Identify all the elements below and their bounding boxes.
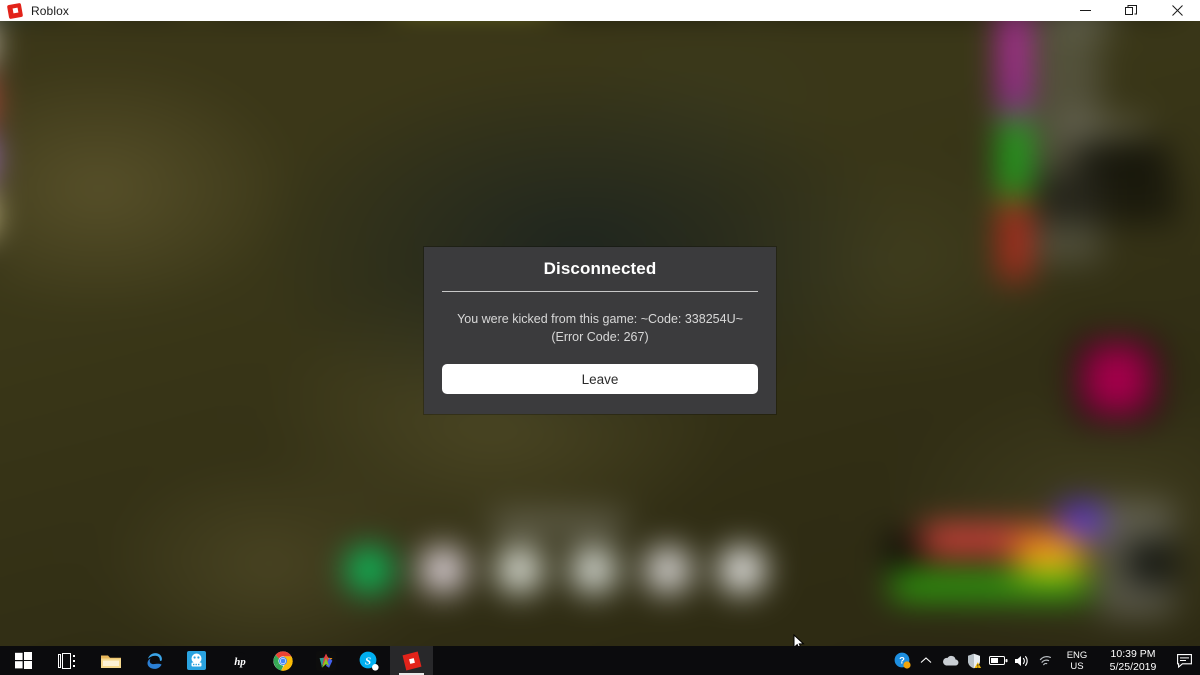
dialog-message-line2: (Error Code: 267) [551,330,649,344]
leave-button[interactable]: Leave [442,364,758,394]
game-hotbar-slot [497,547,543,593]
volume-icon[interactable] [1010,654,1034,668]
disconnected-dialog: Disconnected You were kicked from this g… [424,247,776,414]
clock-time: 10:39 PM [1110,647,1156,660]
blue-app-icon[interactable] [175,646,218,675]
system-tray: ? ENG US 10:39 PM 5/25/2019 [890,646,1200,675]
dialog-message-line1: You were kicked from this game: ~Code: 3… [457,312,743,326]
roblox-taskbar-icon[interactable] [390,646,433,675]
game-hotbar-slot [346,547,392,593]
clock[interactable]: 10:39 PM 5/25/2019 [1096,648,1170,674]
language-line2: US [1070,660,1084,672]
help-icon[interactable]: ? [890,652,914,669]
dialog-message: You were kicked from this game: ~Code: 3… [424,292,776,346]
game-hotbar-slot [571,547,617,593]
svg-text:S: S [364,655,370,667]
language-indicator[interactable]: ENG US [1062,650,1092,672]
wifi-icon[interactable] [1034,654,1058,667]
hp-icon[interactable]: hp [218,646,261,675]
game-hotbar-slot [645,547,691,593]
battery-icon[interactable] [986,655,1010,666]
game-hotbar-slot [719,547,765,593]
svg-text:hp: hp [234,656,246,668]
game-hotbar-slot [420,547,467,593]
chrome-icon[interactable] [261,646,304,675]
dialog-title: Disconnected [543,259,657,278]
language-line1: ENG [1066,649,1088,661]
roblox-icon [6,2,24,19]
restore-icon[interactable] [1108,0,1154,21]
chevron-up-icon[interactable] [914,656,938,665]
action-center-icon[interactable] [1170,653,1198,668]
start-button[interactable] [0,646,46,675]
edge-icon[interactable] [132,646,175,675]
screen-root: Roblox Disconnected You were kicked from… [0,0,1200,675]
task-view-button[interactable] [46,646,89,675]
window-title: Roblox [31,3,69,18]
windows-defender-icon[interactable] [962,653,986,669]
photos-app-icon[interactable] [304,646,347,675]
skype-icon[interactable]: S [347,646,390,675]
minimize-icon[interactable] [1062,0,1108,21]
window-titlebar: Roblox [0,0,1200,21]
game-right-panel-icon [1082,344,1153,415]
windows-taskbar: hp S ? ENG US 10:39 PM 5/25/2019 [0,646,1200,675]
clock-date: 5/25/2019 [1109,660,1157,673]
onedrive-cloud-icon[interactable] [938,654,962,667]
close-icon[interactable] [1154,0,1200,21]
file-explorer-icon[interactable] [89,646,132,675]
